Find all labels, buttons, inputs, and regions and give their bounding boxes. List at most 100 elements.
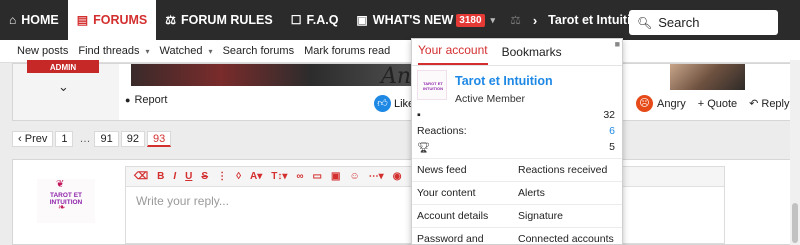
subnav-watched[interactable]: Watched <box>160 45 203 57</box>
report-link[interactable]: ● Report <box>125 94 167 106</box>
quote-button[interactable]: Quote <box>707 98 737 110</box>
prev-page-button[interactable]: ‹ Prev <box>12 131 54 147</box>
thumbs-up-icon: 👍︎ <box>374 95 391 112</box>
reply-button[interactable]: Reply <box>761 98 789 110</box>
strikethrough-icon[interactable]: S <box>201 171 208 182</box>
page-link[interactable]: 92 <box>120 131 145 147</box>
bold-icon[interactable]: B <box>157 171 164 182</box>
media-icon[interactable]: ▣ <box>331 171 340 182</box>
link-alerts[interactable]: Alerts <box>513 187 614 199</box>
report-label: Report <box>134 94 168 106</box>
underline-icon[interactable]: U <box>185 171 192 182</box>
reply-placeholder: Write your reply... <box>136 194 229 208</box>
reply-icon: ↶ <box>749 98 759 110</box>
chevron-down-icon[interactable]: ▾ <box>491 15 496 26</box>
font-size-icon[interactable]: T↕▾ <box>271 171 287 182</box>
stat-trophies: 🏆︎ 5 <box>417 141 615 154</box>
tab-bookmarks[interactable]: Bookmarks <box>502 45 562 65</box>
subnav-mark-read[interactable]: Mark forums read <box>304 45 390 57</box>
stat-messages: ▪ 32 <box>417 109 615 121</box>
chevron-down-icon[interactable]: ▾ <box>209 47 213 56</box>
chevron-down-icon[interactable]: ▾ <box>146 47 150 56</box>
nav-tab-faq[interactable]: ☐ F.A.Q <box>282 0 348 40</box>
page-link-current[interactable]: 93 <box>146 131 172 147</box>
font-family-icon[interactable]: A▾ <box>250 171 262 182</box>
like-button[interactable]: 👍︎ Like <box>374 95 414 112</box>
pagination: ‹ Prev 1 … 91 92 93 <box>12 131 173 147</box>
quick-reply: ❦ TAROT ET INTUITION ❧ ⌫ B I U S ⋮ ◊ A▾ … <box>12 159 800 245</box>
prev-page-label: Prev <box>24 133 48 145</box>
subnav-new-posts[interactable]: New posts <box>17 45 68 57</box>
chevron-right-icon[interactable]: › <box>527 13 543 28</box>
admin-badge: ADMIN <box>27 60 99 73</box>
account-menu-tabs: Your account Bookmarks <box>412 39 622 66</box>
account-menu: ■ Your account Bookmarks TAROT ET INTUIT… <box>411 38 623 245</box>
color-icon[interactable]: ◊ <box>236 171 241 182</box>
report-icon: ● <box>125 95 131 105</box>
page-scrollbar[interactable] <box>790 60 800 245</box>
stat-trophies-value: 5 <box>609 141 615 153</box>
account-user-title: Active Member <box>455 93 526 105</box>
avatar-text: TAROT ET INTUITION <box>49 192 83 206</box>
link-news-feed[interactable]: News feed <box>412 164 513 176</box>
home-icon: ⌂ <box>9 13 17 27</box>
stat-reactions: Reactions: 6 <box>417 125 615 137</box>
chevron-down-icon[interactable]: ⌄ <box>58 79 69 95</box>
question-icon: ☐ <box>290 13 302 27</box>
subnav-find-threads[interactable]: Find threads <box>78 45 139 57</box>
account-menu-row: News feed Reactions received <box>412 158 622 181</box>
link-reactions-received[interactable]: Reactions received <box>513 164 614 176</box>
nav-tab-forum-rules[interactable]: ⚖ FORUM RULES <box>156 0 281 40</box>
avatar[interactable]: TAROT ET INTUITION <box>417 70 447 100</box>
link-account-details[interactable]: Account details <box>412 210 513 222</box>
nav-tab-whats-new[interactable]: ▣ WHAT'S NEW 3180 ▾ <box>347 0 504 40</box>
link-icon[interactable]: ∞ <box>296 171 303 182</box>
post: ADMIN ⌄ And ● Report 👍︎ Like ☹ Angry + Q… <box>12 60 800 121</box>
account-menu-row: Password and Connected accounts <box>412 227 622 245</box>
eraser-icon[interactable]: ⌫ <box>134 171 148 182</box>
comments-icon: ▣ <box>356 13 368 27</box>
image-icon[interactable]: ▭ <box>313 171 322 182</box>
sub-navigation: New posts Find threads ▾ Watched ▾ Searc… <box>0 40 800 63</box>
link-connected-accounts[interactable]: Connected accounts <box>513 233 614 245</box>
account-menu-row: Account details Signature <box>412 204 622 227</box>
nav-tab-faq-label: F.A.Q <box>306 13 339 27</box>
nav-tab-home-label: HOME <box>21 13 59 27</box>
account-menu-row: Your content Alerts <box>412 181 622 204</box>
stat-reactions-value[interactable]: 6 <box>609 125 615 137</box>
page-link[interactable]: 91 <box>94 131 119 147</box>
forums-icon: ▤ <box>76 13 89 27</box>
smilie-icon[interactable]: ☺ <box>349 171 359 182</box>
ornament-icon: ❧ <box>58 202 66 212</box>
stat-reactions-label: Reactions: <box>417 125 467 137</box>
post-action-bar: ☹ Angry + Quote ↶ Reply <box>636 95 800 112</box>
whats-new-count-badge: 3180 <box>456 13 485 27</box>
more-text-icon[interactable]: ⋮ <box>217 171 227 182</box>
search-button[interactable]: 🔍︎ Search <box>629 10 778 35</box>
stat-messages-value: 32 <box>603 109 615 121</box>
link-your-content[interactable]: Your content <box>412 187 513 199</box>
signature-photo <box>670 64 745 90</box>
angry-reaction-icon[interactable]: ☹ <box>636 95 653 112</box>
nav-tab-forums[interactable]: ▤ FORUMS <box>67 0 157 40</box>
camera-icon[interactable]: ◉ <box>393 171 402 182</box>
pagination-ellipsis[interactable]: … <box>79 133 90 145</box>
scrollbar-thumb[interactable] <box>792 203 798 243</box>
post-user-panel: ADMIN ⌄ <box>13 60 119 120</box>
search-icon: 🔍︎ <box>637 15 653 30</box>
account-username[interactable]: Tarot et Intuition <box>455 74 553 88</box>
nav-tab-home[interactable]: ⌂ HOME <box>0 0 68 40</box>
angry-label[interactable]: Angry <box>657 98 686 110</box>
close-icon[interactable]: ■ <box>615 39 620 49</box>
message-icon: ▪ <box>417 109 421 121</box>
more-tabs-icon[interactable]: ⚖ <box>504 13 527 27</box>
nav-tab-forums-label: FORUMS <box>93 13 148 27</box>
tab-your-account[interactable]: Your account <box>418 43 488 65</box>
subnav-search-forums[interactable]: Search forums <box>223 45 295 57</box>
page-link[interactable]: 1 <box>55 131 74 147</box>
link-signature[interactable]: Signature <box>513 210 614 222</box>
ornament-icon: ❦ <box>56 179 65 190</box>
link-password[interactable]: Password and <box>412 233 513 245</box>
italic-icon[interactable]: I <box>173 171 176 182</box>
insert-more-icon[interactable]: ⋯▾ <box>369 171 384 182</box>
